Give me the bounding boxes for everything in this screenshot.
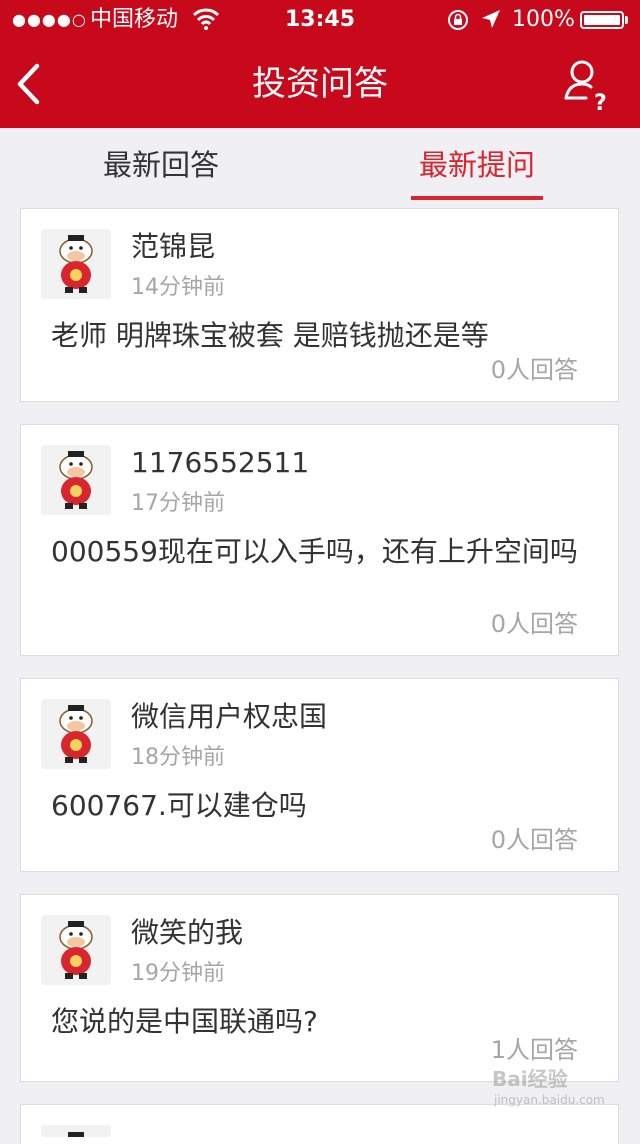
status-bar: ●●●●○ 中国移动 13:45 100% — [0, 0, 640, 40]
rotation-lock-icon — [448, 10, 468, 30]
tab-latest-questions[interactable]: 最新提问 — [411, 128, 543, 202]
question-text[interactable]: 000559现在可以入手吗，还有上升空间吗 — [51, 531, 591, 573]
question-text[interactable]: 老师 明牌珠宝被套 是赔钱抛还是等 — [51, 315, 591, 357]
app-header: ●●●●○ 中国移动 13:45 100% 投资问答 ? — [0, 0, 640, 128]
post-time: 19分钟前 — [131, 961, 225, 986]
user-name[interactable]: 范锦昆 — [131, 229, 215, 265]
question-card[interactable]: 微笑的我 19分钟前 您说的是中国联通吗? 1人回答 — [20, 894, 619, 1082]
avatar[interactable] — [41, 915, 111, 985]
user-question-icon: ? — [564, 60, 607, 116]
avatar[interactable] — [41, 1125, 111, 1137]
cow-avatar-icon — [41, 445, 111, 515]
tab-bar: 最新回答 最新提问 — [0, 128, 640, 202]
nav-bar: 投资问答 ? — [0, 40, 640, 128]
post-time: 14分钟前 — [131, 275, 225, 300]
answer-count: 0人回答 — [490, 610, 578, 638]
ask-question-button[interactable]: ? — [556, 52, 620, 116]
user-name[interactable]: 微信用户权忠国 — [131, 699, 327, 735]
question-card[interactable]: 范锦昆 14分钟前 老师 明牌珠宝被套 是赔钱抛还是等 0人回答 — [20, 208, 619, 402]
cow-avatar-icon — [41, 229, 111, 299]
post-time: 18分钟前 — [131, 745, 225, 770]
user-name[interactable]: 微笑的我 — [131, 915, 243, 951]
avatar[interactable] — [41, 229, 111, 299]
question-card[interactable]: 微信用户权忠国 18分钟前 600767.可以建仓吗 0人回答 — [20, 678, 619, 872]
post-time: 17分钟前 — [131, 491, 225, 516]
answer-count: 0人回答 — [490, 356, 578, 384]
cow-avatar-icon — [41, 915, 111, 985]
svg-text:jingyan.baidu.com: jingyan.baidu.com — [493, 1093, 605, 1107]
svg-text:Bai经验: Bai经验 — [492, 1067, 568, 1091]
tab-latest-answers[interactable]: 最新回答 — [80, 128, 242, 202]
page-title: 投资问答 — [252, 64, 388, 104]
back-button[interactable] — [0, 40, 70, 128]
chevron-left-icon — [17, 63, 40, 105]
svg-text:?: ? — [594, 91, 607, 116]
question-card[interactable] — [20, 1104, 619, 1144]
cow-avatar-icon — [41, 699, 111, 769]
question-text[interactable]: 600767.可以建仓吗 — [51, 785, 591, 827]
active-tab-indicator — [411, 196, 543, 200]
baidu-jingyan-watermark: Bai经验 jingyan.baidu.com — [492, 1067, 605, 1107]
question-card[interactable]: 1176552511 17分钟前 000559现在可以入手吗，还有上升空间吗 0… — [20, 424, 619, 656]
answer-count: 0人回答 — [490, 826, 578, 854]
battery-percent: 100% — [512, 7, 575, 32]
answer-count: 1人回答 — [490, 1036, 578, 1064]
avatar[interactable] — [41, 445, 111, 515]
battery-icon — [580, 11, 624, 29]
avatar[interactable] — [41, 699, 111, 769]
location-arrow-icon — [482, 10, 500, 28]
user-name[interactable]: 1176552511 — [131, 445, 309, 481]
